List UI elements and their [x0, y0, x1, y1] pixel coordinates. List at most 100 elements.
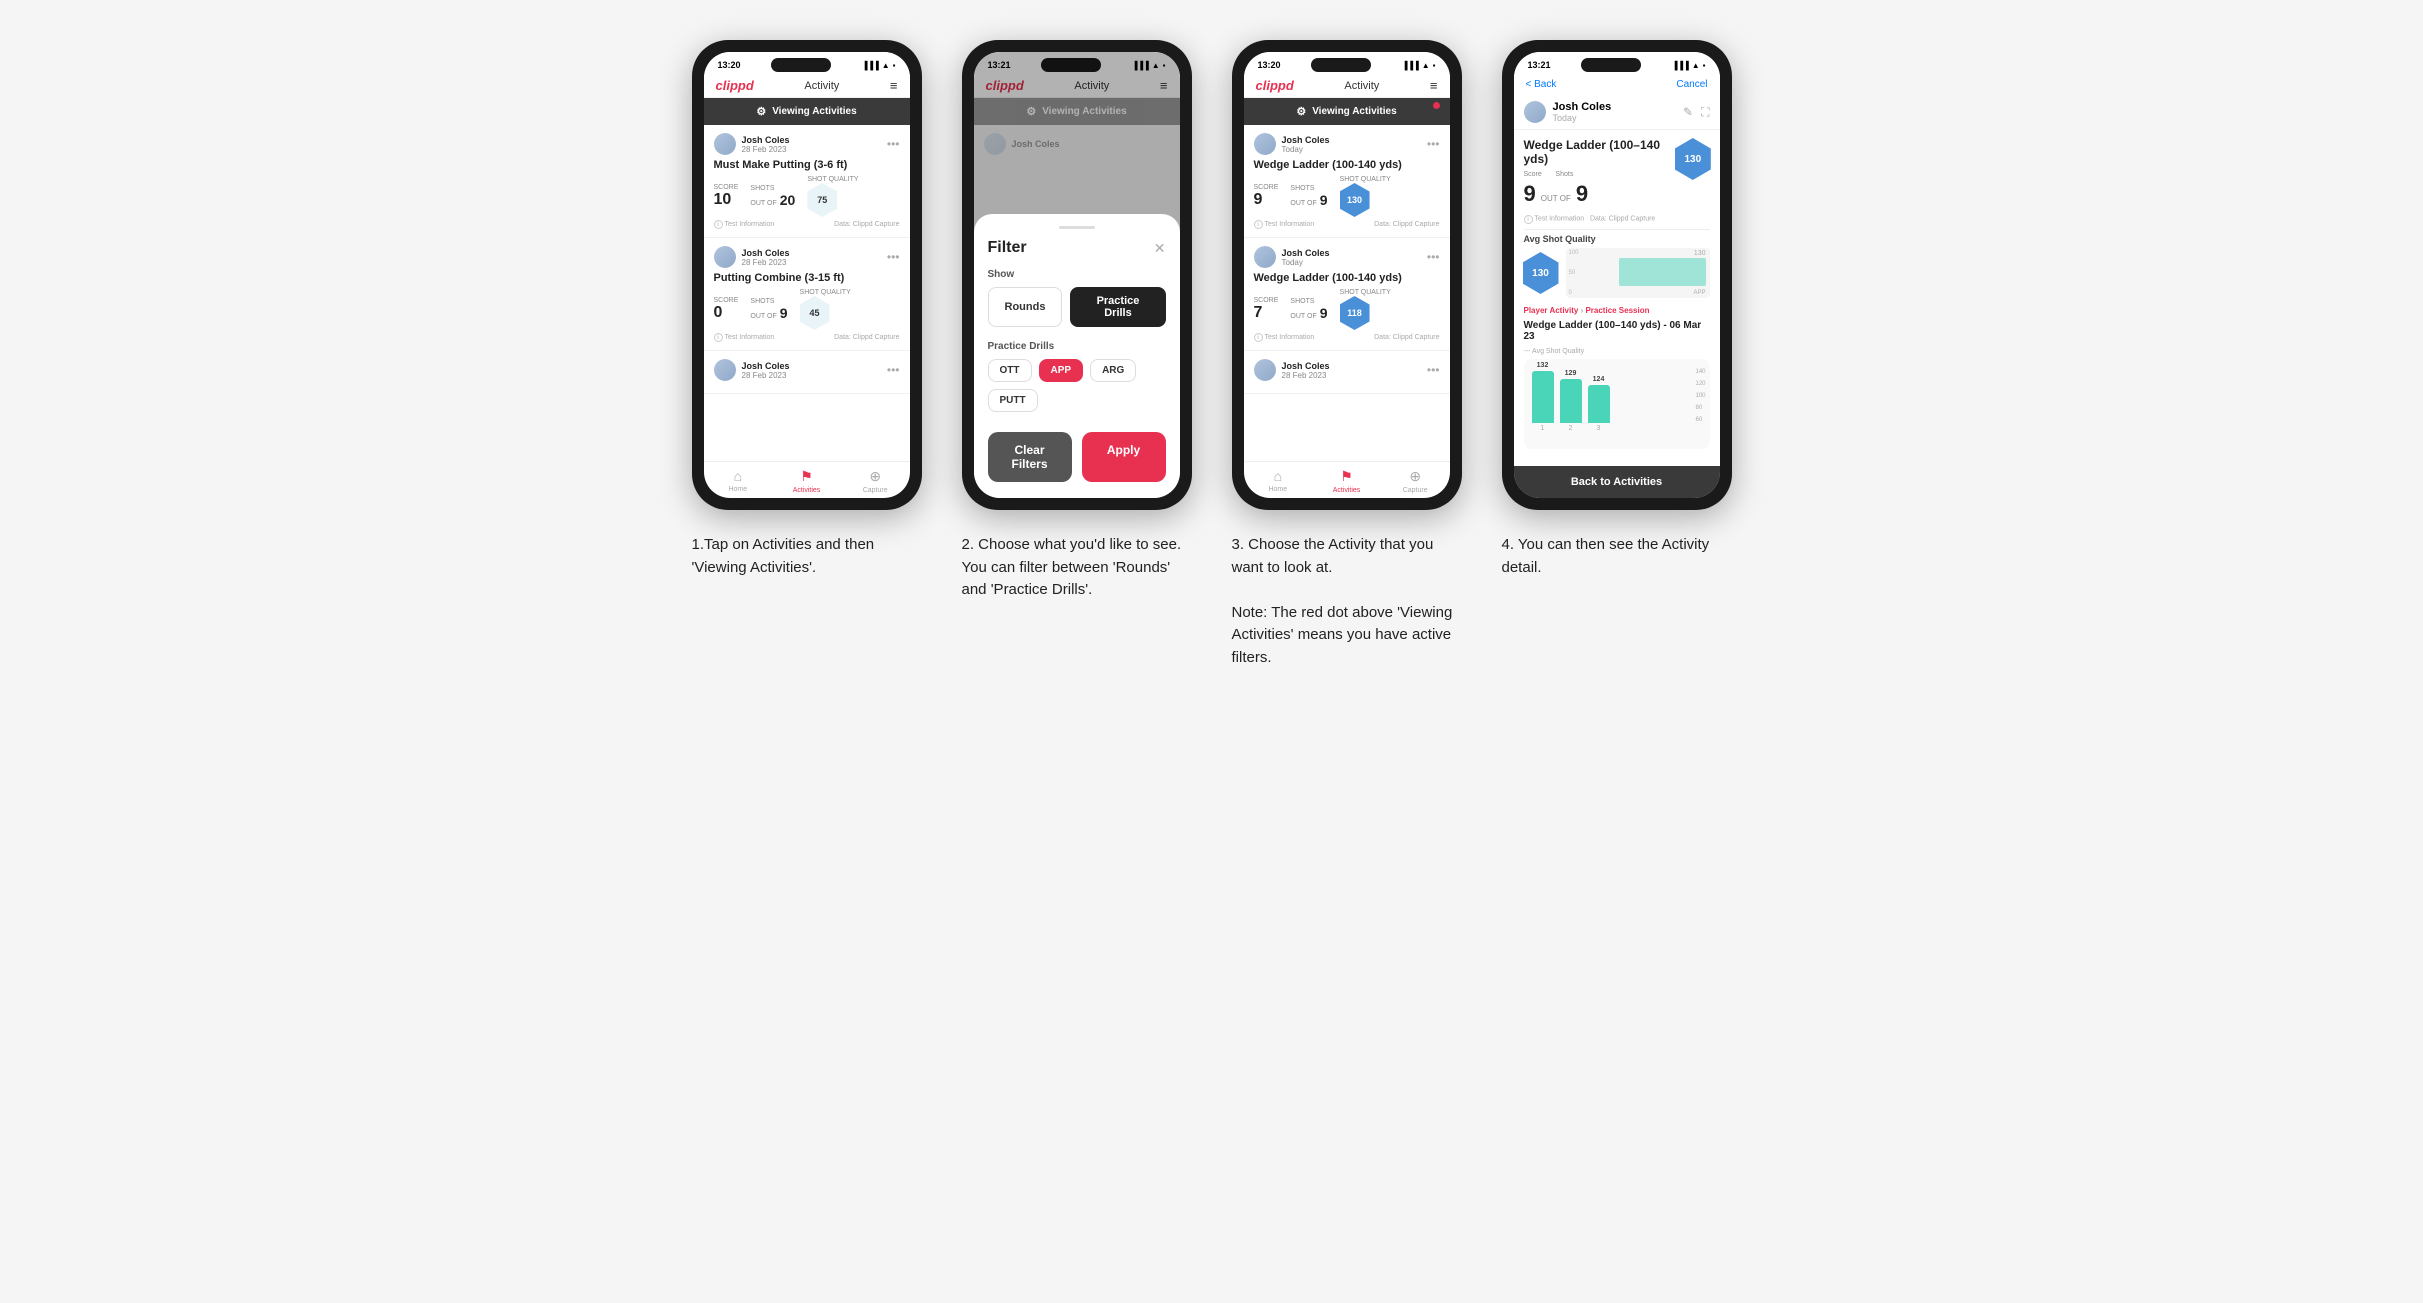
shots-value-1: 20 — [780, 192, 796, 208]
phone-scroll-1: Josh Coles 28 Feb 2023 ••• Must Make Put… — [704, 125, 910, 461]
tag-ott[interactable]: OTT — [988, 359, 1032, 382]
phone-1: 13:20 ▐▐▐ ▲ ▪ clippd Activity ≡ ⚙ — [692, 40, 922, 510]
activity-card-3-2[interactable]: Josh Coles Today ••• Wedge Ladder (100-1… — [1244, 238, 1450, 351]
drill-chart: 132 1 129 2 124 — [1524, 359, 1710, 449]
cancel-button[interactable]: Cancel — [1676, 79, 1707, 90]
card-stats-2: Score 0 Shots OUT OF 9 — [714, 289, 900, 330]
phone-scroll-3: Josh Coles Today ••• Wedge Ladder (100-1… — [1244, 125, 1450, 461]
tag-app[interactable]: APP — [1039, 359, 1084, 382]
card-title-1: Must Make Putting (3-6 ft) — [714, 159, 900, 171]
activity-card-2: Josh Coles 28 Feb 2023 ••• Putting Combi… — [704, 238, 910, 351]
home-icon-1: ⌂ — [734, 468, 742, 484]
more-dots-3-1[interactable]: ••• — [1427, 137, 1440, 151]
avg-shot-section: Avg Shot Quality 130 130 APP — [1524, 234, 1710, 298]
back-activities-button[interactable]: Back to Activities — [1514, 466, 1720, 498]
detail-shots-val: 9 — [1576, 181, 1588, 207]
stat-shots-2: Shots OUT OF 9 — [750, 298, 787, 321]
capture-icon-3: ⊕ — [1409, 468, 1421, 485]
activity-banner-3[interactable]: ⚙ Viewing Activities — [1244, 98, 1450, 125]
stat-score-3-2: Score 7 — [1254, 297, 1279, 322]
status-icons-1: ▐▐▐ ▲ ▪ — [862, 61, 896, 70]
stat-quality-3-1: Shot Quality 130 — [1340, 176, 1391, 217]
score-value-1: 10 — [714, 191, 732, 209]
card-header-3: Josh Coles 28 Feb 2023 ••• — [714, 359, 900, 381]
close-icon[interactable]: ✕ — [1154, 240, 1166, 257]
show-label: Show — [988, 269, 1166, 280]
tag-putt[interactable]: PUTT — [988, 389, 1038, 412]
menu-icon-3[interactable]: ≡ — [1430, 78, 1438, 93]
tag-arg[interactable]: ARG — [1090, 359, 1136, 382]
filter-title: Filter — [988, 239, 1027, 257]
status-bar-4: 13:21 ▐▐▐ ▲ ▪ — [1514, 52, 1720, 74]
detail-user-date: Today — [1553, 113, 1612, 123]
nav-home-3[interactable]: ⌂ Home — [1244, 468, 1313, 494]
more-dots-2[interactable]: ••• — [887, 250, 900, 264]
avatar-3 — [714, 359, 736, 381]
apply-button[interactable]: Apply — [1082, 432, 1166, 482]
stat-shots-1: Shots OUT OF 20 — [750, 185, 795, 208]
drill-bars: 132 1 129 2 124 — [1532, 367, 1702, 432]
edit-icon[interactable]: ✎ — [1683, 105, 1693, 120]
avatar-3-1 — [1254, 133, 1276, 155]
avg-shot-content: 130 130 APP 100500 — [1524, 248, 1710, 298]
signal-icon-4: ▐▐▐ — [1672, 61, 1689, 70]
phone-section-1: 13:20 ▐▐▐ ▲ ▪ clippd Activity ≡ ⚙ — [692, 40, 922, 579]
shots-label-1: Shots — [750, 185, 795, 192]
sheet-actions: Clear Filters Apply — [988, 432, 1166, 482]
avg-hex: 130 — [1524, 253, 1558, 293]
status-time-1: 13:20 — [718, 60, 741, 70]
phone-section-3: 13:20 ▐▐▐ ▲ ▪ clippd Activity ≡ ⚙ — [1232, 40, 1462, 669]
card-user-1: Josh Coles 28 Feb 2023 — [714, 133, 790, 155]
more-dots-1[interactable]: ••• — [887, 137, 900, 151]
caption-1: 1.Tap on Activities and then 'Viewing Ac… — [692, 534, 922, 579]
bottom-nav-3: ⌂ Home ⚑ Activities ⊕ Capture — [1244, 461, 1450, 498]
more-dots-3-2[interactable]: ••• — [1427, 250, 1440, 264]
more-dots-3-3[interactable]: ••• — [1427, 363, 1440, 377]
avatar-4 — [1524, 101, 1546, 123]
menu-icon-1[interactable]: ≡ — [890, 78, 898, 93]
bottom-nav-1: ⌂ Home ⚑ Activities ⊕ Capture — [704, 461, 910, 498]
user-name-3-2: Josh Coles — [1282, 248, 1330, 258]
card-user-3: Josh Coles 28 Feb 2023 — [714, 359, 790, 381]
user-date-3-1: Today — [1282, 145, 1330, 154]
avatar-1 — [714, 133, 736, 155]
activity-card-3-1[interactable]: Josh Coles Today ••• Wedge Ladder (100-1… — [1244, 125, 1450, 238]
nav-capture-3[interactable]: ⊕ Capture — [1381, 468, 1450, 494]
detail-outof: OUT OF — [1541, 194, 1571, 203]
quality-label-1: Shot Quality — [807, 176, 858, 183]
detail-user-info: Josh Coles Today — [1553, 101, 1612, 123]
phone-3: 13:20 ▐▐▐ ▲ ▪ clippd Activity ≡ ⚙ — [1232, 40, 1462, 510]
user-name-2: Josh Coles — [742, 248, 790, 258]
nav-capture-1[interactable]: ⊕ Capture — [841, 468, 910, 494]
back-button[interactable]: < Back — [1526, 79, 1557, 90]
phone-section-2: 13:21 ▐▐▐ ▲ ▪ clippd Activity ≡ ⚙ — [962, 40, 1192, 602]
clear-filters-button[interactable]: Clear Filters — [988, 432, 1072, 482]
shots-label-4: Shots — [1555, 171, 1573, 178]
test-info-right-1: Data: Clippd Capture — [834, 220, 899, 229]
nav-activities-3[interactable]: ⚑ Activities — [1312, 468, 1381, 494]
user-date-3-2: Today — [1282, 258, 1330, 267]
chart-y-axis: 100500 — [1566, 248, 1582, 298]
page-container: 13:20 ▐▐▐ ▲ ▪ clippd Activity ≡ ⚙ — [692, 40, 1732, 669]
test-info-left-1: i Test Information — [714, 220, 775, 229]
red-dot-3 — [1433, 102, 1440, 109]
detail-content: Wedge Ladder (100–140 yds) Score Shots 9… — [1514, 130, 1720, 466]
activity-banner-1[interactable]: ⚙ Viewing Activities — [704, 98, 910, 125]
more-dots-3[interactable]: ••• — [887, 363, 900, 377]
user-info-3-1: Josh Coles Today — [1282, 135, 1330, 154]
nav-home-1[interactable]: ⌂ Home — [704, 468, 773, 494]
logo-3: clippd — [1256, 78, 1294, 93]
expand-icon[interactable]: ⛶ — [1701, 105, 1709, 120]
practice-drills-button[interactable]: Practice Drills — [1070, 287, 1165, 327]
sheet-handle — [1059, 226, 1095, 229]
card-header-1: Josh Coles 28 Feb 2023 ••• — [714, 133, 900, 155]
nav-activities-1[interactable]: ⚑ Activities — [772, 468, 841, 494]
out-of-1: OUT OF — [750, 200, 776, 207]
status-bar-3: 13:20 ▐▐▐ ▲ ▪ — [1244, 52, 1450, 74]
modal-overlay-2: Filter ✕ Show Rounds Practice Drills Pra… — [974, 52, 1180, 498]
drill-bar-3: 124 3 — [1588, 376, 1610, 432]
chart-value-label: 130 — [1694, 250, 1706, 257]
battery-icon-4: ▪ — [1703, 61, 1706, 70]
rounds-button[interactable]: Rounds — [988, 287, 1063, 327]
user-info-3-2: Josh Coles Today — [1282, 248, 1330, 267]
